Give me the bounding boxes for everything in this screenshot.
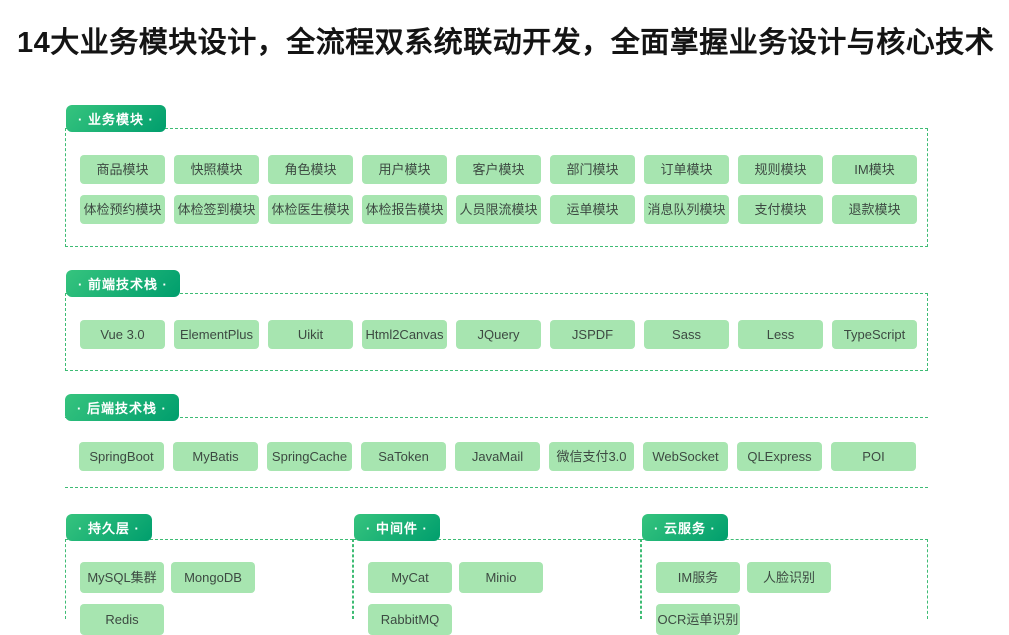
tech-tag: TypeScript [832,320,917,349]
tech-tag: 订单模块 [644,155,729,184]
section-frontend-stack: · 前端技术栈 · Vue 3.0ElementPlusUikitHtml2Ca… [65,293,928,371]
section-cloud-services: · 云服务 · IM服务人脸识别OCR运单识别 [641,539,928,619]
section-business-modules: · 业务模块 · 商品模块快照模块角色模块用户模块客户模块部门模块订单模块规则模… [65,128,928,247]
tag-list-cloud-services: IM服务人脸识别OCR运单识别 [642,540,927,635]
tech-tag: 微信支付3.0 [549,442,634,471]
tech-tag: QLExpress [737,442,822,471]
section-badge-label: · 中间件 · [366,518,428,537]
tech-tag: 快照模块 [174,155,259,184]
section-backend-stack: · 后端技术栈 · SpringBootMyBatisSpringCacheSa… [65,417,928,488]
tech-tag: 运单模块 [550,195,635,224]
section-badge-persistence-layer: · 持久层 · [66,514,152,541]
tech-tag: IM模块 [832,155,917,184]
tech-tag: Sass [644,320,729,349]
tag-list-backend-stack: SpringBoot MyBatis SpringCache SaToken JavaM… [65,418,928,471]
tech-tag: 用户模块 [362,155,447,184]
section-badge-business-modules: · 业务模块 · [66,105,166,132]
section-badge-label: · 云服务 · [654,518,716,537]
tech-tag: Minio [459,562,543,593]
tech-tag: MySQL集群 [80,562,164,593]
tech-tag: 商品模块 [80,155,165,184]
section-badge-label: · 前端技术栈 · [78,274,168,293]
tech-tag: 角色模块 [268,155,353,184]
tech-tag: Redis [80,604,164,635]
tech-tag: ElementPlus [174,320,259,349]
tech-tag: 体检报告模块 [362,195,447,224]
tech-tag: 体检预约模块 [80,195,165,224]
section-badge-middleware: · 中间件 · [354,514,440,541]
tech-tag: POI [831,442,916,471]
tech-tag: 人员限流模块 [456,195,541,224]
section-middleware: · 中间件 · MyCatMinioRabbitMQ [353,539,641,619]
tech-tag: MongoDB [171,562,255,593]
section-badge-backend-stack: · 后端技术栈 · [65,394,179,421]
tech-tag: WebSocket [643,442,728,471]
tech-tag: SpringBoot [79,442,164,471]
page-title: 14大业务模块设计，全流程双系统联动开发，全面掌握业务设计与核心技术 [17,28,994,60]
tech-tag: 规则模块 [738,155,823,184]
tag-list-persistence-layer: MySQL集群MongoDBRedis [66,540,352,635]
tech-tag: 人脸识别 [747,562,831,593]
section-badge-frontend-stack: · 前端技术栈 · [66,270,180,297]
tech-tag: JSPDF [550,320,635,349]
tech-tag: MyBatis [173,442,258,471]
tag-list-frontend-stack: Vue 3.0 ElementPlus Uikit Html2Canvas JQuery… [66,294,927,349]
tech-tag: MyCat [368,562,452,593]
tech-tag: 消息队列模块 [644,195,729,224]
tech-tag: 退款模块 [832,195,917,224]
section-badge-label: · 业务模块 · [78,109,154,128]
tech-tag: 部门模块 [550,155,635,184]
tech-tag: SpringCache [267,442,352,471]
tech-tag: RabbitMQ [368,604,452,635]
tech-tag: 客户模块 [456,155,541,184]
section-badge-cloud-services: · 云服务 · [642,514,728,541]
section-persistence-layer: · 持久层 · MySQL集群MongoDBRedis [65,539,353,619]
tech-tag: Less [738,320,823,349]
tag-list-middleware: MyCatMinioRabbitMQ [354,540,640,635]
tech-tag: JavaMail [455,442,540,471]
tech-tag: 支付模块 [738,195,823,224]
tech-tag: SaToken [361,442,446,471]
tech-tag: OCR运单识别 [656,604,740,635]
tech-tag: 体检签到模块 [174,195,259,224]
section-badge-label: · 持久层 · [78,518,140,537]
tech-tag: Html2Canvas [362,320,447,349]
tech-tag: IM服务 [656,562,740,593]
tech-tag: Vue 3.0 [80,320,165,349]
tag-list-business-modules: 商品模块快照模块角色模块用户模块客户模块部门模块订单模块规则模块 IM模块体检预约… [66,129,927,224]
tech-tag: JQuery [456,320,541,349]
tech-tag: Uikit [268,320,353,349]
section-badge-label: · 后端技术栈 · [77,398,167,417]
tech-tag: 体检医生模块 [268,195,353,224]
